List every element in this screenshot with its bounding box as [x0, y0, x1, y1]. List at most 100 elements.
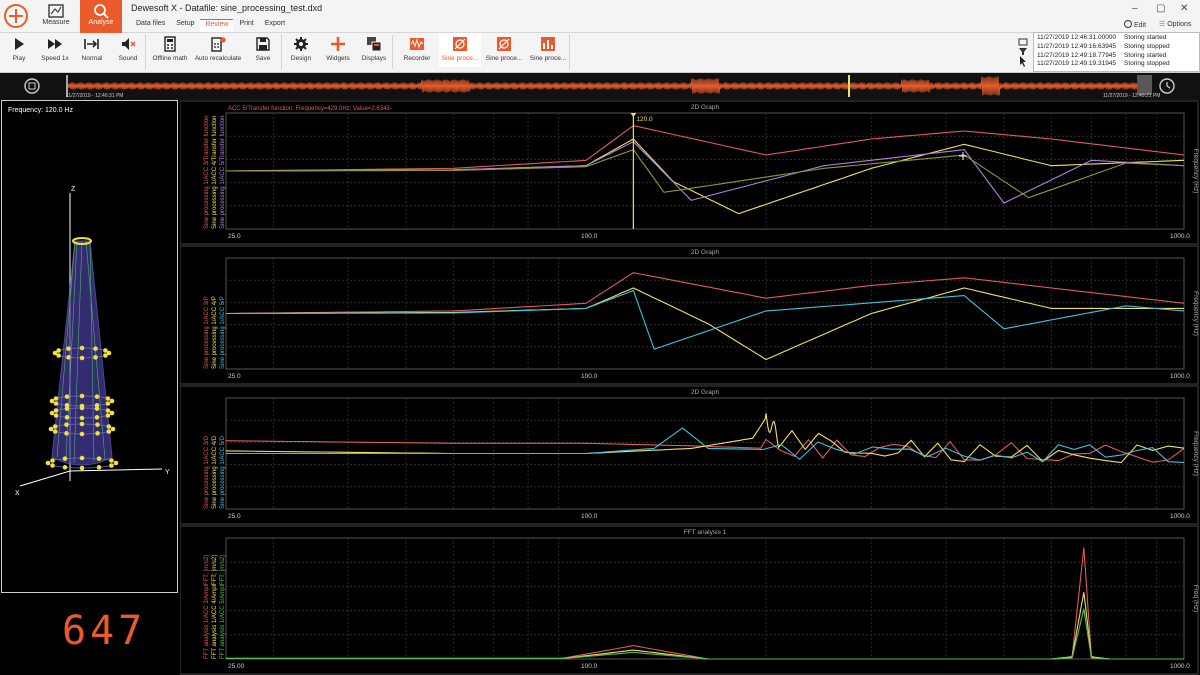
menu-tabs: Data files Setup Review Print Export: [131, 19, 291, 32]
measurement-point: [64, 406, 70, 411]
event-log-row[interactable]: 11/27/2019 12:49:16.63945 Storing stopped: [1037, 43, 1196, 52]
y-axis-label: Frequency (Hz): [1192, 149, 1199, 194]
dewesoft-logo-icon: [4, 4, 28, 28]
cone-body: [51, 240, 113, 466]
event-log: 11/27/2019 12:46:31.00000 Storing started…: [1033, 32, 1200, 72]
graph-title: FFT analysis 1: [684, 529, 727, 536]
options-button[interactable]: ☰ Options: [1159, 20, 1191, 28]
measure-icon: [48, 4, 64, 18]
event-time: 11/27/2019 12:49:19.31945: [1037, 60, 1117, 68]
x-tick-label: 100.0: [581, 373, 598, 380]
speed-label: Speed 1x: [41, 55, 69, 62]
event-log-row[interactable]: 11/27/2019 12:49:18.77945 Storing started: [1037, 52, 1196, 61]
play-button[interactable]: Play: [4, 33, 34, 67]
displays-button[interactable]: Displays: [359, 33, 389, 67]
graph-title: 2D Graph: [691, 389, 720, 396]
play-label: Play: [12, 55, 26, 62]
event-text: Storing started: [1124, 34, 1167, 41]
edit-button[interactable]: Edit: [1124, 20, 1146, 29]
x-tick-label: 25.0: [228, 233, 241, 240]
measurement-point: [109, 410, 115, 416]
event-log-row[interactable]: 11/27/2019 12:49:19.31945 Storing stopped: [1037, 60, 1196, 69]
measurement-point: [105, 408, 111, 413]
fast-forward-icon: [48, 39, 62, 49]
geometry-view[interactable]: Frequency: 120.0 Hz Z X Y: [1, 100, 178, 593]
overview-signal: [67, 76, 1138, 96]
measurement-point: [113, 460, 119, 466]
overview-waveform[interactable]: 11/27/2019 - 12:46:31 PM 11/27/2019 - 12…: [0, 73, 1200, 100]
measurement-point: [109, 458, 114, 463]
measurement-point: [53, 408, 59, 413]
minimize-button[interactable]: –: [1132, 3, 1138, 14]
sine-processing-2-label: Sine proce...: [485, 55, 523, 62]
offline-math-button[interactable]: Offline math: [150, 33, 190, 67]
x-tick-label: 1000.0: [1170, 513, 1190, 520]
geometry-panel: Frequency: 120.0 Hz Z X Y 647: [0, 100, 180, 675]
measurement-point: [66, 346, 71, 351]
plot-area: [225, 537, 1185, 660]
geometry-3d-model[interactable]: Z X Y: [2, 101, 177, 591]
z-axis-label: Z: [71, 186, 76, 193]
measurement-point: [49, 398, 55, 404]
cursor-icon: [1020, 56, 1026, 67]
event-text: Storing started: [1124, 51, 1167, 59]
recorder-display-button[interactable]: Recorder: [398, 33, 436, 67]
auto-recalculate-label: Auto recalculate: [194, 55, 242, 62]
x-tick-label: 25.0: [228, 513, 241, 520]
graph-panel[interactable]: 25.0 100.0 1000.0 2D Graph Frequency (Hz) Sin…: [180, 245, 1199, 385]
analyse-label: Analyse: [88, 19, 114, 26]
graph-panel[interactable]: 25.00 100.0 1000.0 FFT analysis 1 Freq (Hz) F…: [180, 525, 1199, 675]
y-axis-label: Frequency (Hz): [1192, 291, 1199, 336]
measurement-point: [109, 463, 114, 468]
measurement-point: [53, 401, 59, 406]
calculator-icon: [164, 36, 176, 52]
overview-zoom-icon-inner: [28, 82, 36, 90]
graph-panel[interactable]: 25.0 100.0 1000.0 2D Graph Frequency (Hz) Sin…: [180, 385, 1199, 525]
sine-processing-display-2-button[interactable]: Sine proce...: [483, 33, 525, 67]
close-button[interactable]: ✕: [1180, 3, 1188, 14]
analyse-search-icon: [94, 4, 109, 19]
tab-export[interactable]: Export: [260, 19, 290, 32]
auto-recalculate-button[interactable]: Auto recalculate: [193, 33, 243, 67]
analyse-mode-button[interactable]: Analyse: [80, 0, 122, 33]
calculator-refresh-icon: [211, 37, 226, 52]
event-log-row[interactable]: 11/27/2019 12:46:31.00000 Storing started: [1037, 34, 1196, 43]
event-text: Storing stopped: [1124, 60, 1170, 68]
graph-panel[interactable]: 25.0 100.0 1000.0 2D Graph Frequency (Hz) Sin…: [180, 100, 1199, 245]
tab-data-files[interactable]: Data files: [131, 19, 170, 32]
x-tick-label: 1000.0: [1170, 663, 1190, 670]
app-window: Measure Analyse Dewesoft X - Datafile: s…: [0, 0, 1200, 675]
overview-timeline[interactable]: 11/27/2019 - 12:46:31 PM 11/27/2019 - 12…: [0, 73, 1200, 100]
tab-print[interactable]: Print: [234, 19, 258, 32]
measurement-point: [79, 355, 85, 361]
tab-setup[interactable]: Setup: [171, 19, 199, 32]
measurement-point: [49, 410, 55, 416]
options-label: Options: [1167, 21, 1192, 28]
normal-button[interactable]: Normal: [76, 33, 108, 67]
speed-button[interactable]: Speed 1x: [38, 33, 72, 67]
measurement-point: [66, 355, 71, 360]
measurement-point: [79, 455, 85, 461]
tab-review[interactable]: Review: [200, 19, 234, 32]
recorder-label: Recorder: [403, 55, 431, 62]
measure-mode-button[interactable]: Measure: [35, 0, 77, 33]
clock-hands-icon: [1166, 82, 1171, 89]
measurement-point: [50, 458, 55, 463]
measurement-point: [110, 426, 116, 432]
event-text: Storing stopped: [1124, 42, 1170, 50]
widgets-button[interactable]: Widgets: [321, 33, 355, 67]
speaker-mute-icon: [122, 38, 136, 50]
measurement-point: [95, 422, 100, 427]
sine-processing-display-1-button[interactable]: Sine proce...: [439, 33, 481, 67]
save-button[interactable]: Save: [250, 33, 276, 67]
sine-processing-1-label: Sine proce...: [441, 55, 479, 62]
measurement-point: [64, 394, 70, 399]
sine-processing-display-3-button[interactable]: Sine proce...: [527, 33, 569, 67]
y-axis-label: Frequency (Hz): [1192, 431, 1199, 476]
sound-button[interactable]: Sound: [112, 33, 144, 67]
overview-cursor: [848, 75, 850, 97]
cursor-value-label: 120.0: [636, 116, 653, 123]
design-button[interactable]: Design: [287, 33, 315, 67]
maximize-button[interactable]: ▢: [1156, 3, 1165, 14]
graphs-area[interactable]: 25.0 100.0 1000.0 2D Graph Frequency (Hz) Sin…: [180, 100, 1200, 675]
